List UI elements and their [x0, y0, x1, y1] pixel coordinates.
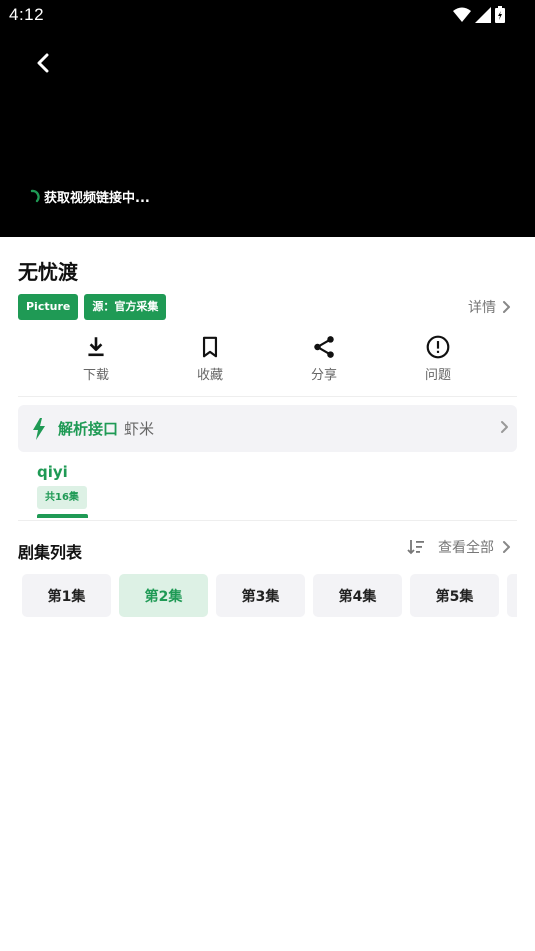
detail-label: 详情	[468, 300, 496, 316]
sort-icon[interactable]	[406, 537, 426, 557]
parse-value: 虾米	[124, 420, 155, 438]
source-tab[interactable]: qiyi 共16集	[37, 463, 88, 518]
episode-list-title: 剧集列表	[18, 543, 83, 562]
tag-type: Picture	[18, 294, 79, 320]
download-button[interactable]: 下载	[39, 334, 153, 383]
episode-list: 第1集 第2集 第3集 第4集 第5集	[22, 574, 517, 617]
alert-icon	[426, 335, 450, 359]
share-icon	[314, 336, 334, 358]
loading-text: 获取视频链接中...	[44, 191, 150, 206]
chevron-right-icon	[501, 421, 508, 433]
detail-link[interactable]: 详情	[468, 297, 511, 317]
back-button[interactable]	[28, 48, 58, 78]
download-icon	[88, 337, 104, 357]
status-icons	[453, 6, 505, 23]
report-label: 问题	[424, 368, 451, 383]
status-time: 4:12	[9, 5, 45, 24]
tag-source: 源：官方采集	[84, 294, 167, 320]
source-name: qiyi	[37, 463, 68, 481]
episode-item-partial[interactable]	[507, 574, 517, 617]
share-button[interactable]: 分享	[267, 334, 381, 383]
episode-item[interactable]: 第3集	[216, 574, 305, 617]
lightning-icon	[33, 417, 45, 440]
episode-list-header: 剧集列表 查看全部	[18, 537, 517, 562]
share-label: 分享	[310, 368, 337, 383]
tag-row: Picture 源：官方采集	[18, 294, 167, 320]
video-player[interactable]: 4:12 获取视频链接中...	[0, 0, 535, 237]
chevron-right-icon	[503, 301, 510, 313]
favorite-button[interactable]: 收藏	[153, 334, 267, 383]
divider	[18, 520, 517, 521]
bookmark-icon	[202, 336, 218, 358]
episode-item-selected[interactable]: 第2集	[119, 574, 208, 617]
action-bar: 下载 收藏 分享 问题	[39, 334, 495, 383]
loading-indicator: 获取视频链接中...	[24, 187, 150, 206]
favorite-label: 收藏	[196, 368, 223, 383]
view-all-link[interactable]: 查看全部	[438, 537, 494, 557]
episode-item[interactable]: 第4集	[313, 574, 402, 617]
spinner-icon	[30, 189, 40, 202]
parse-interface-card[interactable]: 解析接口 虾米	[18, 405, 517, 452]
source-tab-indicator	[37, 514, 88, 518]
signal-icon	[475, 6, 491, 23]
chevron-left-icon	[37, 53, 49, 73]
chevron-right-icon	[503, 541, 510, 553]
episode-tools: 查看全部	[406, 537, 511, 557]
episode-item[interactable]: 第5集	[410, 574, 499, 617]
episode-item[interactable]: 第1集	[22, 574, 111, 617]
divider	[18, 396, 517, 397]
battery-icon	[495, 6, 505, 23]
wifi-icon	[453, 7, 471, 22]
parse-label: 解析接口	[58, 420, 119, 438]
episode-count-badge: 共16集	[37, 486, 87, 509]
status-bar: 4:12	[0, 0, 535, 30]
report-button[interactable]: 问题	[381, 334, 495, 383]
video-title: 无忧渡	[18, 260, 78, 284]
download-label: 下载	[82, 368, 109, 383]
